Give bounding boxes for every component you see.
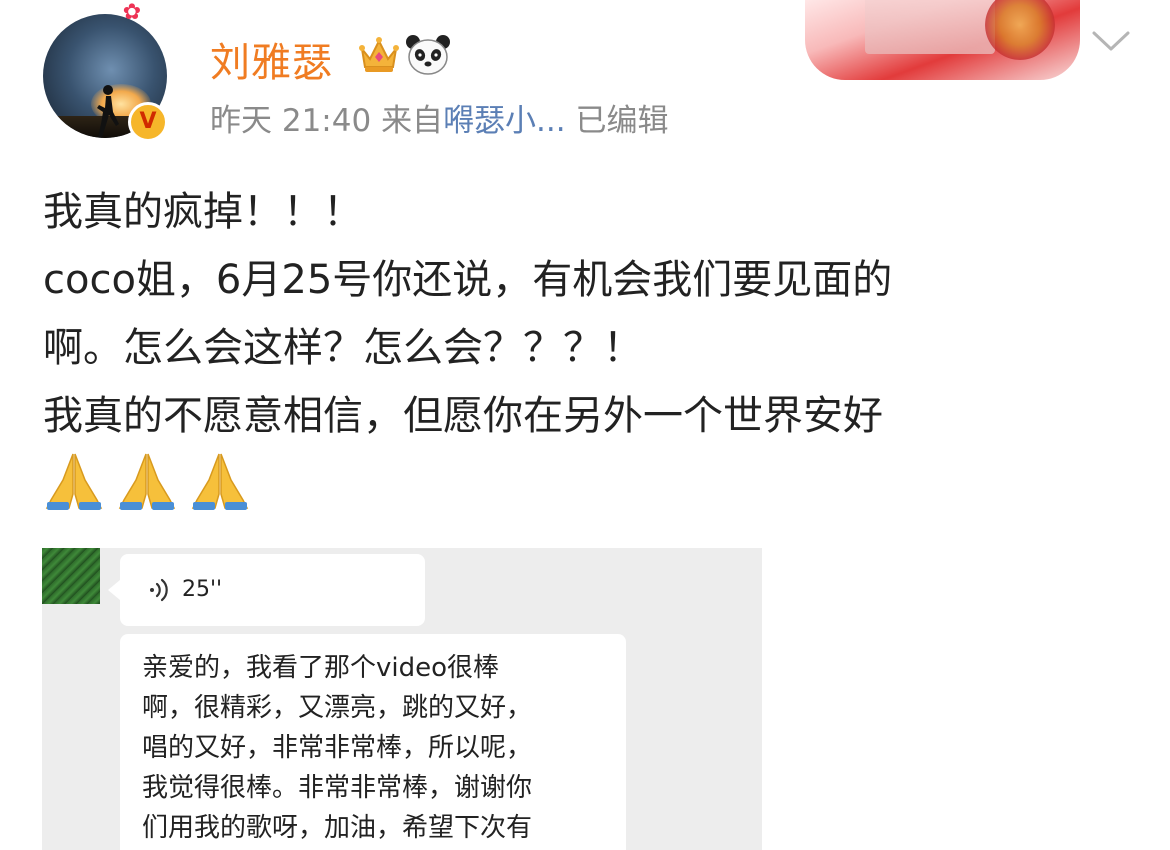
edited-label: 已编辑 [575,103,669,139]
post-line: 啊。怎么会这样？怎么会？？？！ [43,325,643,371]
username[interactable]: 刘雅瑟 [210,30,333,88]
source-link[interactable]: 嘚瑟小... [443,103,566,139]
message-line: 们用我的歌呀，加油，希望下次有 [142,813,533,843]
message-line: 我觉得很棒。非常非常棒，谢谢你 [142,773,533,803]
post-meta: 昨天 21:40 来自嘚瑟小... 已编辑 [210,95,668,140]
header-banner-image [805,0,1080,80]
chat-avatar [42,548,100,604]
voice-message-bubble: 25'' [108,554,425,626]
post-line: coco姐，6月25号你还说，有机会我们要见面的 [43,257,893,303]
post-text: 我真的疯掉！！！ coco姐，6月25号你还说，有机会我们要见面的 啊。怎么会这… [43,178,1133,450]
text-message-bubble: 亲爱的，我看了那个video很棒 啊，很精彩，又漂亮，跳的又好， 唱的又好，非常… [120,634,626,850]
voice-duration: 25'' [182,577,223,602]
avatar-decoration-icon: ✿ [122,0,142,25]
verified-badge: V [128,102,168,142]
banner-building [865,0,995,54]
crown-icon [359,37,399,72]
attached-chat-screenshot[interactable]: 25'' 亲爱的，我看了那个video很棒 啊，很精彩，又漂亮，跳的又好， 唱的… [42,548,762,850]
praying-hands-icon [45,453,103,510]
source-prefix: 来自 [381,103,444,139]
praying-hands-icon [191,453,249,510]
emoji-row [43,450,257,512]
voice-wave-icon [150,578,168,602]
banner-emblem [985,0,1055,60]
praying-hands-icon [118,453,176,510]
message-line: 唱的又好，非常非常棒，所以呢， [142,733,533,763]
post-line: 我真的不愿意相信，但愿你在另外一个世界安好 [43,393,883,439]
message-line: 亲爱的，我看了那个video很棒 [142,653,500,683]
panda-icon [406,35,450,75]
post-line: 我真的疯掉！！！ [43,189,363,235]
avatar-runner-silhouette [97,85,119,138]
post-time: 昨天 21:40 [210,103,372,139]
message-line: 啊，很精彩，又漂亮，跳的又好， [142,693,533,723]
chevron-down-icon[interactable] [1090,27,1132,55]
